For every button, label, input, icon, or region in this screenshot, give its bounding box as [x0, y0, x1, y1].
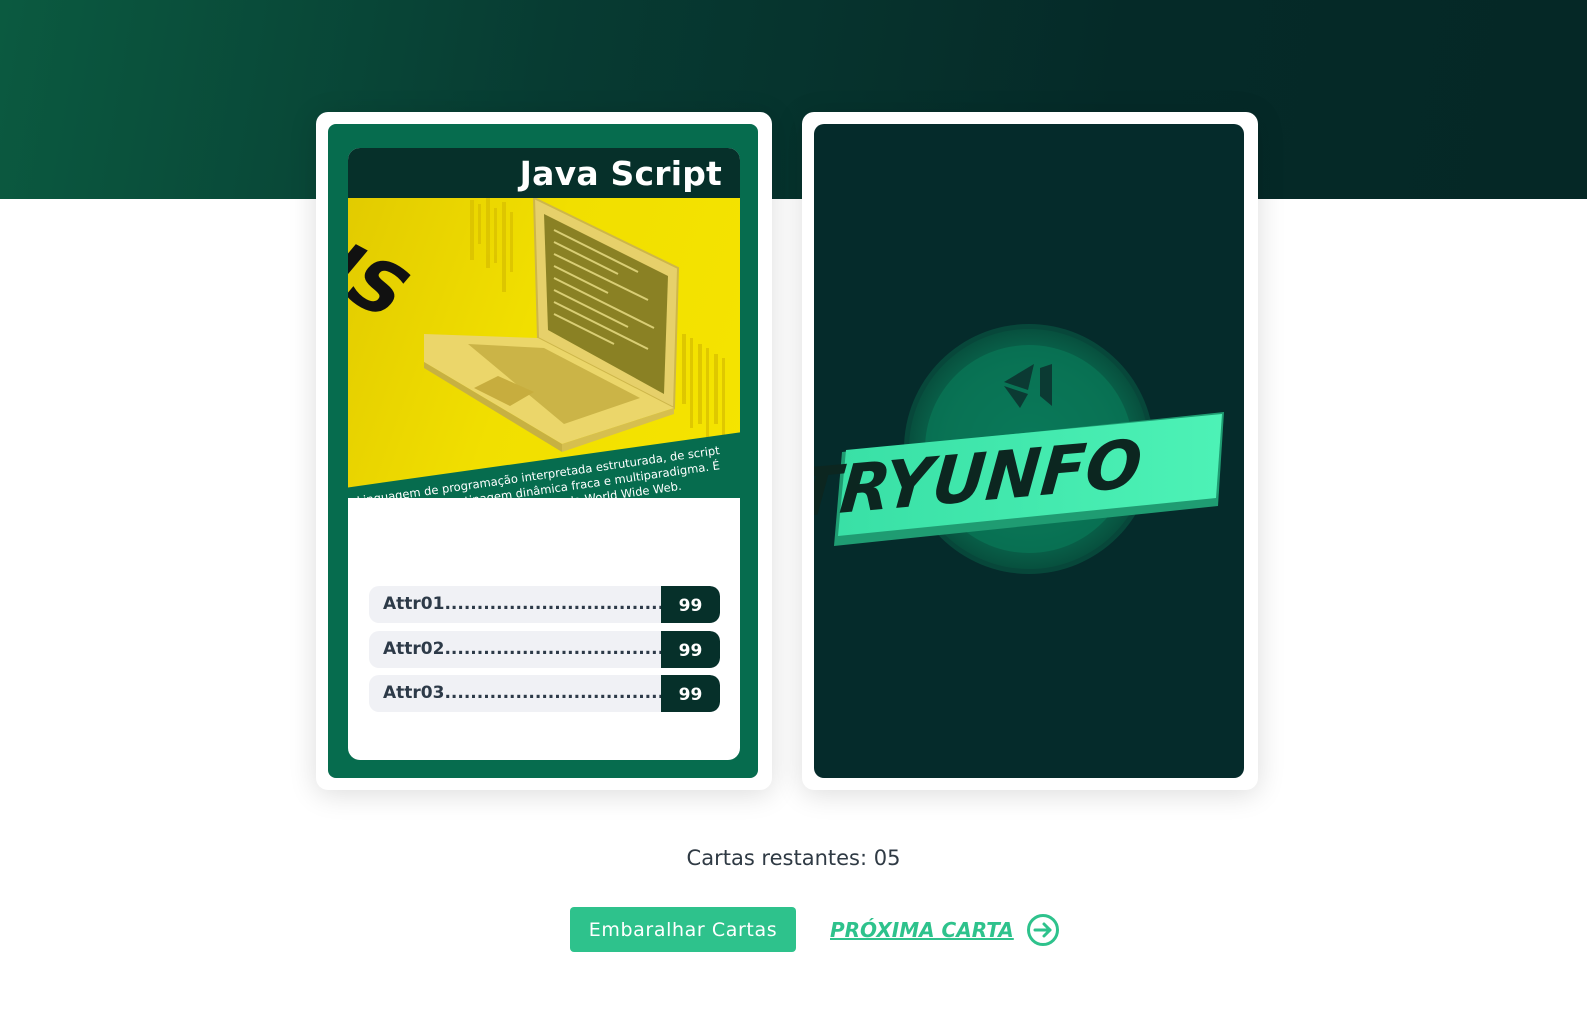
attribute-row: Attr02..................................… — [369, 630, 720, 668]
card-front: Java Script JS Linguagem de programação … — [316, 112, 772, 790]
attribute-row: Attr03..................................… — [369, 675, 720, 712]
attribute-label: Attr01..................................… — [383, 594, 671, 614]
header-band — [0, 0, 1587, 199]
shuffle-button[interactable]: Embaralhar Cartas — [570, 907, 796, 952]
js-mark: JS — [348, 228, 428, 333]
arrow-right-circle-icon — [1026, 914, 1059, 946]
card-title: Java Script — [519, 154, 722, 193]
next-card-label: PRÓXIMA CARTA — [830, 918, 1014, 942]
attribute-value: 99 — [661, 675, 720, 712]
card-back: TRYUNFO — [802, 112, 1258, 790]
attribute-row: Attr01..................................… — [369, 586, 720, 623]
card-title-bar: Java Script — [348, 148, 740, 198]
attribute-label: Attr02..................................… — [383, 638, 671, 659]
next-card-link[interactable]: PRÓXIMA CARTA — [830, 910, 1060, 950]
card-front-border: Java Script JS Linguagem de programação … — [328, 124, 758, 778]
attributes-list: Attr01..................................… — [369, 586, 720, 720]
card-back-body: TRYUNFO — [814, 124, 1244, 778]
remaining-cards-count: Cartas restantes: 05 — [686, 846, 901, 870]
card-front-body: Java Script JS Linguagem de programação … — [348, 148, 740, 760]
attribute-value: 99 — [661, 586, 720, 623]
attribute-label: Attr03..................................… — [383, 683, 671, 703]
tryunfo-logo: TRYUNFO — [814, 324, 1224, 574]
attribute-value: 99 — [661, 630, 720, 668]
